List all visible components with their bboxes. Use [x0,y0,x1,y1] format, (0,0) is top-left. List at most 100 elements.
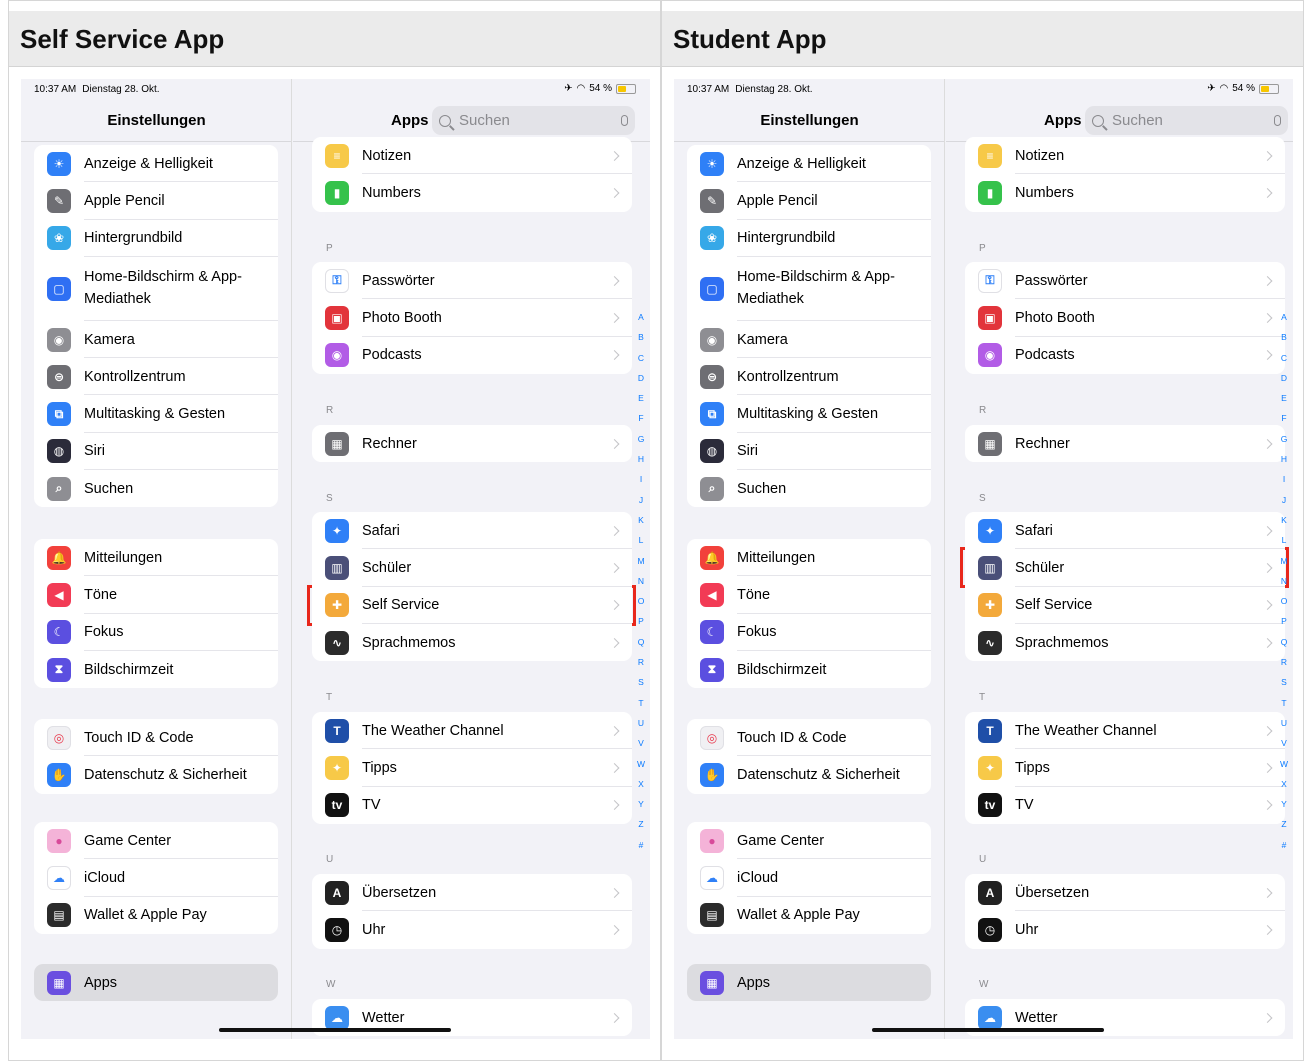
index-letter[interactable]: V [1281,733,1287,753]
index-letter[interactable]: B [638,327,644,347]
sidebar-item-flower[interactable]: ❀ Hintergrundbild [34,220,278,257]
microphone-icon[interactable] [1274,115,1281,126]
index-letter[interactable]: O [638,591,645,611]
index-letter[interactable]: M [1280,551,1287,571]
app-row-weather-channel[interactable]: T The Weather Channel [965,712,1285,750]
index-letter[interactable]: J [639,490,643,510]
sidebar-item-bell[interactable]: 🔔 Mitteilungen [687,539,931,577]
app-row-tv[interactable]: tv TV [965,787,1285,824]
index-letter[interactable]: T [638,693,643,713]
app-row-calculator[interactable]: ▦ Rechner [965,425,1285,462]
index-letter[interactable]: D [638,368,644,388]
index-letter[interactable]: Y [1281,794,1287,814]
app-row-lightbulb[interactable]: ✦ Tipps [965,749,1285,787]
index-letter[interactable]: G [1281,429,1288,449]
sidebar-item-moon[interactable]: ☾ Fokus [687,614,931,651]
index-letter[interactable]: Z [638,814,643,834]
index-letter[interactable]: D [1281,368,1287,388]
sidebar-item-hourglass[interactable]: ⧗ Bildschirmzeit [34,651,278,688]
app-row-photo-booth[interactable]: ▣ Photo Booth [312,299,632,337]
index-letter[interactable]: R [638,652,644,672]
sidebar-item-pencil[interactable]: ✎ Apple Pencil [687,182,931,220]
app-row-translate[interactable]: A Übersetzen [312,874,632,912]
index-letter[interactable]: E [1281,388,1287,408]
index-letter[interactable]: L [1282,530,1287,550]
sidebar-item-switches[interactable]: ⊜ Kontrollzentrum [34,358,278,396]
index-letter[interactable]: R [1281,652,1287,672]
index-letter[interactable]: Q [638,632,645,652]
index-letter[interactable]: M [637,551,644,571]
sidebar-item-speaker[interactable]: ◀ Töne [687,576,931,614]
index-letter[interactable]: E [638,388,644,408]
app-row-podcasts[interactable]: ◉ Podcasts [312,337,632,374]
sidebar-item-hand[interactable]: ✋ Datenschutz & Sicherheit [34,756,278,793]
search-field[interactable]: Suchen [1085,106,1288,135]
sidebar-item-multitasking[interactable]: ⧉ Multitasking & Gesten [34,395,278,433]
sidebar-item-cloud[interactable]: ☁ iCloud [687,859,931,897]
index-letter[interactable]: J [1282,490,1286,510]
sidebar-item-wallet[interactable]: ▤ Wallet & Apple Pay [687,897,931,934]
app-row-waveform[interactable]: ∿ Sprachmemos [312,624,632,661]
index-letter[interactable]: V [638,733,644,753]
index-letter[interactable]: T [1281,693,1286,713]
app-row-compass[interactable]: ✦ Safari [965,512,1285,550]
index-letter[interactable]: I [1283,469,1285,489]
index-letter[interactable]: P [638,611,644,631]
index-letter[interactable]: U [1281,713,1287,733]
sidebar-item-fingerprint[interactable]: ◎ Touch ID & Code [687,719,931,757]
app-row-numbers[interactable]: ▮ Numbers [312,174,632,211]
index-letter[interactable]: K [1281,510,1287,530]
app-row-key[interactable]: ⚿ Passwörter [312,262,632,300]
index-letter[interactable]: H [1281,449,1287,469]
sidebar-item-wallet[interactable]: ▤ Wallet & Apple Pay [34,897,278,934]
sidebar-item-home-screen[interactable]: ▢ Home-Bildschirm & App-Mediathek [687,257,931,321]
index-letter[interactable]: B [1281,327,1287,347]
app-row-clock[interactable]: ◷ Uhr [312,911,632,948]
app-row-tv[interactable]: tv TV [312,787,632,824]
app-row-clock[interactable]: ◷ Uhr [965,911,1285,948]
index-letter[interactable]: # [1282,835,1287,855]
app-row-key[interactable]: ⚿ Passwörter [965,262,1285,300]
sidebar-item-hourglass[interactable]: ⧗ Bildschirmzeit [687,651,931,688]
index-letter[interactable]: N [1281,571,1287,591]
alphabet-index[interactable]: A B C D E F G H I J K L M N O P Q R S T U V W X Y Z # [1277,307,1291,855]
index-letter[interactable]: Y [638,794,644,814]
sidebar-item-speaker[interactable]: ◀ Töne [34,576,278,614]
sidebar-item-bell[interactable]: 🔔 Mitteilungen [34,539,278,577]
index-letter[interactable]: O [1281,591,1288,611]
app-row-lightbulb[interactable]: ✦ Tipps [312,749,632,787]
sidebar-item-sun[interactable]: ☀ Anzeige & Helligkeit [34,145,278,183]
app-row-calculator[interactable]: ▦ Rechner [312,425,632,462]
sidebar-item-game-center[interactable]: ● Game Center [687,822,931,860]
app-row-self-service[interactable]: ✚ Self Service [965,587,1285,624]
app-row-waveform[interactable]: ∿ Sprachmemos [965,624,1285,661]
index-letter[interactable]: W [637,754,645,774]
index-letter[interactable]: N [638,571,644,591]
sidebar-item-hand[interactable]: ✋ Datenschutz & Sicherheit [687,756,931,793]
sidebar-item-game-center[interactable]: ● Game Center [34,822,278,860]
index-letter[interactable]: # [639,835,644,855]
sidebar-item-fingerprint[interactable]: ◎ Touch ID & Code [34,719,278,757]
sidebar-item-apps-grid[interactable]: ▦ Apps [687,964,931,1002]
sidebar-item-siri[interactable]: ◍ Siri [34,433,278,471]
sidebar-item-camera[interactable]: ◉ Kamera [687,321,931,359]
index-letter[interactable]: I [640,469,642,489]
app-row-notes[interactable]: ≡ Notizen [965,137,1285,175]
sidebar-item-multitasking[interactable]: ⧉ Multitasking & Gesten [687,395,931,433]
alphabet-index[interactable]: A B C D E F G H I J K L M N O P Q R S T U V W X Y Z # [634,307,648,855]
index-letter[interactable]: U [638,713,644,733]
index-letter[interactable]: S [1281,672,1287,692]
index-letter[interactable]: C [1281,348,1287,368]
sidebar-item-flower[interactable]: ❀ Hintergrundbild [687,220,931,257]
index-letter[interactable]: X [1281,774,1287,794]
sidebar-item-search[interactable]: ⌕ Suchen [687,470,931,507]
sidebar-item-camera[interactable]: ◉ Kamera [34,321,278,359]
index-letter[interactable]: A [1281,307,1287,327]
app-row-schueler[interactable]: ▥ Schüler [312,549,632,587]
app-row-numbers[interactable]: ▮ Numbers [965,174,1285,211]
index-letter[interactable]: F [1281,408,1286,428]
app-row-weather-channel[interactable]: T The Weather Channel [312,712,632,750]
sidebar-item-moon[interactable]: ☾ Fokus [34,614,278,651]
index-letter[interactable]: W [1280,754,1288,774]
index-letter[interactable]: S [638,672,644,692]
